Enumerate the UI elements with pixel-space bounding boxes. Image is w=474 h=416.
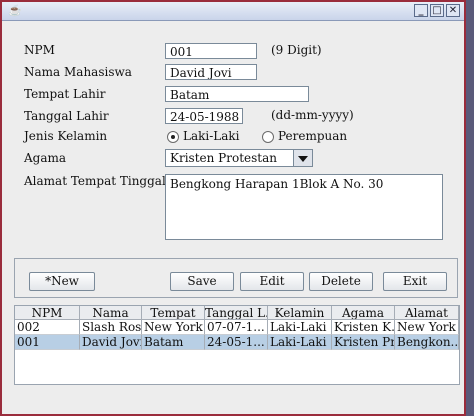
table-cell: Batam [142, 335, 205, 350]
column-header-nama[interactable]: Nama [80, 306, 142, 320]
save-button[interactable]: Save [170, 272, 234, 291]
table-cell: 002 [15, 320, 80, 335]
column-header-alamat[interactable]: Alamat [395, 306, 459, 320]
radio-selected-dot [171, 135, 175, 139]
radio-perempuan-label[interactable]: Perempuan [278, 128, 347, 144]
table-cell: Bengkon... [395, 335, 459, 350]
radio-perempuan[interactable] [262, 131, 274, 143]
app-window: ☕ _ □ ✕ NPM 001 (9 Digit) Nama Mahasiswa… [0, 0, 466, 416]
table-cell: Kristen K... [332, 320, 395, 335]
alamat-textarea[interactable]: Bengkong Harapan 1Blok A No. 30 [165, 174, 443, 240]
table-cell: Laki-Laki [268, 335, 332, 350]
column-header-tanggal[interactable]: Tanggal L... [205, 306, 268, 320]
column-header-kelamin[interactable]: Kelamin [268, 306, 332, 320]
new-button[interactable]: *New [29, 272, 95, 291]
table-header: NPM Nama Tempat Tanggal L... Kelamin Aga… [15, 306, 459, 320]
table-cell: 07-07-1... [205, 320, 268, 335]
tanggal-lahir-input[interactable]: 24-05-1988 [165, 108, 243, 124]
radio-laki-laki[interactable] [167, 131, 179, 143]
alamat-label: Alamat Tempat Tinggal [24, 174, 166, 188]
edit-button[interactable]: Edit [240, 272, 304, 291]
agama-label: Agama [24, 151, 67, 165]
title-bar[interactable]: ☕ _ □ ✕ [2, 2, 464, 21]
table-cell: David Jovi [80, 335, 142, 350]
npm-label: NPM [24, 43, 55, 57]
nama-input[interactable]: David Jovi [165, 64, 257, 80]
table-cell: New York [142, 320, 205, 335]
npm-input[interactable]: 001 [165, 43, 257, 59]
table-cell: Kristen Pr... [332, 335, 395, 350]
minimize-button[interactable]: _ [414, 4, 428, 17]
java-cup-icon: ☕ [8, 4, 22, 17]
maximize-button[interactable]: □ [430, 4, 444, 17]
table-row-selected[interactable]: 001 David Jovi Batam 24-05-1... Laki-Lak… [15, 335, 459, 350]
radio-laki-laki-label[interactable]: Laki-Laki [183, 128, 240, 144]
column-header-tempat[interactable]: Tempat [142, 306, 205, 320]
minimize-icon: _ [418, 5, 424, 16]
table-cell: Slash Rose [80, 320, 142, 335]
tempat-lahir-label: Tempat Lahir [24, 87, 106, 101]
column-header-agama[interactable]: Agama [332, 306, 395, 320]
table-cell: 24-05-1... [205, 335, 268, 350]
chevron-down-icon[interactable] [294, 150, 312, 166]
agama-selected-value: Kristen Protestan [166, 150, 294, 166]
table-cell: New York [395, 320, 459, 335]
agama-select[interactable]: Kristen Protestan [165, 149, 313, 167]
maximize-icon: □ [432, 5, 442, 16]
delete-button[interactable]: Delete [309, 272, 373, 291]
close-icon: ✕ [448, 5, 458, 16]
close-button[interactable]: ✕ [446, 4, 460, 17]
nama-label: Nama Mahasiswa [24, 65, 132, 79]
tanggal-lahir-label: Tanggal Lahir [24, 109, 109, 123]
tempat-lahir-input[interactable]: Batam [165, 86, 309, 102]
column-header-npm[interactable]: NPM [15, 306, 80, 320]
form-panel: NPM 001 (9 Digit) Nama Mahasiswa David J… [2, 21, 464, 414]
table-cell: Laki-Laki [268, 320, 332, 335]
npm-hint: (9 Digit) [271, 43, 322, 57]
data-table[interactable]: NPM Nama Tempat Tanggal L... Kelamin Aga… [14, 305, 460, 385]
table-row[interactable]: 002 Slash Rose New York 07-07-1... Laki-… [15, 320, 459, 335]
jenis-kelamin-label: Jenis Kelamin [24, 129, 108, 143]
table-cell: 001 [15, 335, 80, 350]
tanggal-hint: (dd-mm-yyyy) [271, 108, 354, 122]
exit-button[interactable]: Exit [383, 272, 447, 291]
